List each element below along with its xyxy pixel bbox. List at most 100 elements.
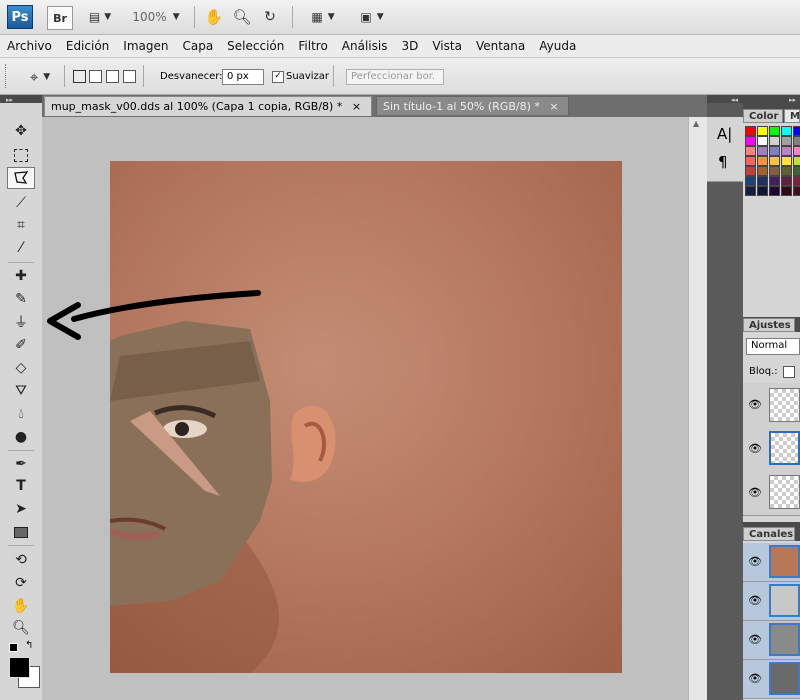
tab-mup-mask[interactable]: mup_mask_v00.dds al 100% (Capa 1 copia, … xyxy=(44,96,372,116)
visibility-eye-icon[interactable]: 👁︎ xyxy=(748,673,762,685)
color-swatch[interactable] xyxy=(793,166,800,176)
color-swatch[interactable] xyxy=(769,126,780,136)
magic-wand-tool[interactable]: ⟋ xyxy=(7,192,35,214)
color-swatch[interactable] xyxy=(793,126,800,136)
antialias-checkbox[interactable]: ✓ xyxy=(272,71,284,83)
swatch-grid[interactable] xyxy=(745,126,800,201)
color-swatch[interactable] xyxy=(757,176,768,186)
swap-colors-icon[interactable]: ↰ xyxy=(25,640,33,651)
menu-imagen[interactable]: Imagen xyxy=(116,39,175,53)
type-tool[interactable]: T xyxy=(7,475,35,497)
color-swatch[interactable] xyxy=(757,146,768,156)
channel-row-rgb[interactable]: 👁︎ xyxy=(743,543,800,582)
color-swatch[interactable] xyxy=(793,176,800,186)
visibility-eye-icon[interactable]: 👁︎ xyxy=(748,634,762,646)
tab-swatches[interactable]: M xyxy=(784,109,800,123)
visibility-eye-icon[interactable]: 👁︎ xyxy=(748,443,762,455)
color-swatch[interactable] xyxy=(781,136,792,146)
new-selection-button[interactable] xyxy=(73,70,86,83)
dodge-tool[interactable]: ● xyxy=(7,426,35,448)
channel-row-green[interactable]: 👁︎ xyxy=(743,621,800,660)
color-swatch[interactable] xyxy=(781,126,792,136)
feather-input[interactable]: 0 px xyxy=(222,69,264,85)
color-swatch[interactable] xyxy=(769,136,780,146)
color-swatch[interactable] xyxy=(769,166,780,176)
color-swatch[interactable] xyxy=(769,176,780,186)
document-image[interactable] xyxy=(110,161,622,673)
layer-row[interactable]: 👁︎ xyxy=(743,471,800,516)
pen-tool[interactable]: ✒ xyxy=(7,453,35,475)
menu-analisis[interactable]: Análisis xyxy=(335,39,395,53)
color-swatch[interactable] xyxy=(781,186,792,196)
intersect-selection-button[interactable] xyxy=(123,70,136,83)
tab-color[interactable]: Color xyxy=(743,109,783,123)
channel-row-red[interactable]: 👁︎ xyxy=(743,582,800,621)
frame-view-button[interactable]: ▤ ▼ xyxy=(82,6,118,28)
menu-vista[interactable]: Vista xyxy=(425,39,469,53)
menu-seleccion[interactable]: Selección xyxy=(220,39,291,53)
color-swatch[interactable] xyxy=(781,166,792,176)
color-swatch[interactable] xyxy=(769,146,780,156)
vertical-scrollbar[interactable] xyxy=(688,117,707,700)
screen-mode-button[interactable]: ▣ ▼ xyxy=(352,6,392,28)
paragraph-panel-icon[interactable]: ¶ xyxy=(718,153,728,171)
layer-row[interactable]: 👁︎ xyxy=(743,427,800,472)
arrange-documents-button[interactable]: ▦ ▼ xyxy=(303,6,343,28)
tool-preset-picker[interactable]: ⌖ ▼ xyxy=(20,66,60,88)
shape-tool[interactable] xyxy=(7,521,35,543)
color-swatch[interactable] xyxy=(745,126,756,136)
color-swatch[interactable] xyxy=(793,146,800,156)
zoom-tool[interactable]: 🔍︎ xyxy=(7,617,35,639)
menu-ventana[interactable]: Ventana xyxy=(469,39,532,53)
visibility-eye-icon[interactable]: 👁︎ xyxy=(748,595,762,607)
tab-adjustments[interactable]: Ajustes xyxy=(743,318,795,332)
move-tool[interactable]: ✥ xyxy=(7,120,35,142)
eyedropper-tool[interactable]: ⁄ xyxy=(7,237,35,259)
menu-capa[interactable]: Capa xyxy=(175,39,220,53)
menu-filtro[interactable]: Filtro xyxy=(291,39,334,53)
zoom-tool-button[interactable]: 🔍︎ xyxy=(231,6,253,28)
blend-mode-select[interactable]: Normal xyxy=(746,338,800,355)
close-icon[interactable]: × xyxy=(549,100,558,113)
healing-brush-tool[interactable]: ✚ xyxy=(7,265,35,287)
3d-rotate-tool[interactable]: ⟲ xyxy=(7,549,35,571)
character-panel-icon[interactable]: A| xyxy=(717,125,732,143)
refine-edge-button[interactable]: Perfeccionar bor. xyxy=(346,69,444,85)
color-swatch[interactable] xyxy=(745,166,756,176)
tab-channels[interactable]: Canales xyxy=(743,527,795,541)
channel-row-blue[interactable]: 👁︎ xyxy=(743,660,800,699)
bridge-button[interactable]: Br xyxy=(47,6,73,30)
visibility-eye-icon[interactable]: 👁︎ xyxy=(748,399,762,411)
zoom-level-select[interactable]: 100% ▼ xyxy=(128,6,184,28)
color-swatch[interactable] xyxy=(757,136,768,146)
default-colors-icon[interactable] xyxy=(9,643,18,652)
color-swatch[interactable] xyxy=(793,136,800,146)
hand-tool[interactable]: ✋ xyxy=(7,595,35,617)
marquee-tool[interactable] xyxy=(7,144,35,166)
color-swatch[interactable] xyxy=(757,156,768,166)
eraser-tool[interactable]: ◇ xyxy=(7,357,35,379)
tab-sin-titulo[interactable]: Sin título-1 al 50% (RGB/8) * × xyxy=(376,96,569,116)
menu-edicion[interactable]: Edición xyxy=(59,39,116,53)
color-swatch[interactable] xyxy=(757,126,768,136)
history-brush-tool[interactable]: ✐ xyxy=(7,334,35,356)
color-swatch[interactable] xyxy=(745,156,756,166)
menu-ayuda[interactable]: Ayuda xyxy=(532,39,583,53)
menu-archivo[interactable]: Archivo xyxy=(0,39,59,53)
menu-3d[interactable]: 3D xyxy=(394,39,425,53)
brush-tool[interactable]: ✎ xyxy=(7,288,35,310)
color-swatch[interactable] xyxy=(745,146,756,156)
color-swatch[interactable] xyxy=(757,186,768,196)
3d-orbit-tool[interactable]: ⟳ xyxy=(7,572,35,594)
color-swatch[interactable] xyxy=(769,186,780,196)
visibility-eye-icon[interactable]: 👁︎ xyxy=(748,487,762,499)
blur-tool[interactable]: 💧︎ xyxy=(7,403,35,425)
color-swatch[interactable] xyxy=(769,156,780,166)
lock-transparency-icon[interactable] xyxy=(783,366,795,378)
hand-tool-button[interactable]: ✋ xyxy=(203,6,225,28)
color-swatch[interactable] xyxy=(793,186,800,196)
polygonal-lasso-tool[interactable] xyxy=(7,167,35,189)
scroll-up-icon[interactable]: ▲ xyxy=(693,119,699,128)
add-selection-button[interactable] xyxy=(89,70,102,83)
color-swatch[interactable] xyxy=(745,136,756,146)
